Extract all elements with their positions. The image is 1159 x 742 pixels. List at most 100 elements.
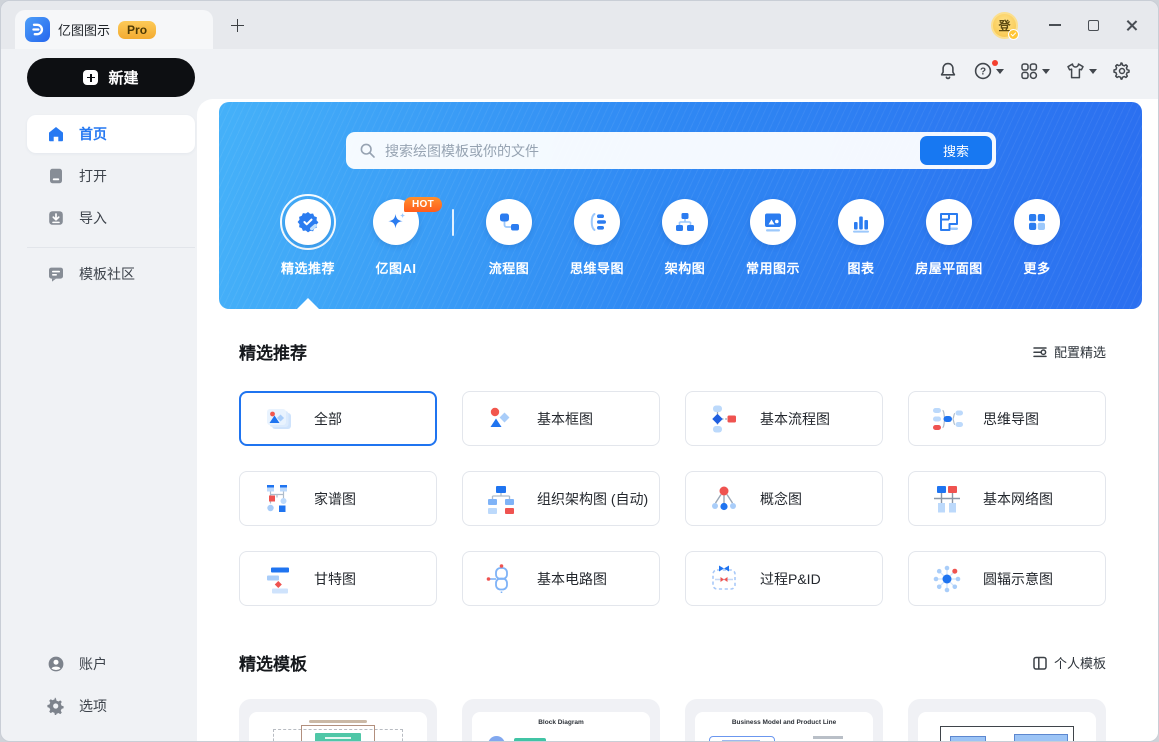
sidebar-item-open[interactable]: 打开 [27, 157, 195, 195]
app-tab[interactable]: 亿图图示 Pro [15, 10, 213, 49]
sidebar-divider [27, 247, 195, 248]
category-edraw-ai[interactable]: HOT 亿图AI [352, 194, 443, 277]
configure-featured-button[interactable]: 配置精选 [1032, 342, 1106, 361]
bell-icon [940, 62, 956, 80]
mindmap-card-icon [930, 402, 964, 436]
basic-circuit-icon [484, 562, 518, 596]
featured-badge-icon [297, 212, 319, 233]
category-divider [440, 194, 465, 236]
more-grid-icon [1029, 214, 1045, 230]
category-featured[interactable]: 精选推荐 [264, 194, 352, 277]
hot-badge: HOT [404, 197, 443, 212]
template-thumb-4[interactable] [908, 699, 1106, 741]
help-button[interactable]: ? [973, 60, 1004, 81]
family-tree-icon [261, 482, 295, 516]
picture-icon [765, 213, 781, 232]
options-gear-icon [47, 697, 65, 715]
search-input[interactable] [385, 142, 996, 159]
pro-badge: Pro [118, 20, 157, 39]
templates-section-title: 精选模板 [239, 655, 307, 674]
notification-dot [992, 60, 998, 66]
panel-icon [1033, 656, 1047, 670]
category-flowchart[interactable]: 流程图 [465, 194, 553, 277]
community-icon [47, 265, 65, 283]
apps-button[interactable] [1019, 61, 1050, 81]
settings-button[interactable] [1112, 61, 1132, 81]
all-templates-icon [261, 402, 295, 436]
search-button[interactable]: 搜索 [920, 136, 992, 165]
card-all[interactable]: 全部 [239, 391, 437, 446]
category-architecture[interactable]: 架构图 [641, 194, 729, 277]
card-family-tree[interactable]: 家谱图 [239, 471, 437, 526]
card-basic-block[interactable]: 基本框图 [462, 391, 660, 446]
maximize-button[interactable] [1078, 10, 1108, 40]
banner-categories: 精选推荐 HOT 亿图AI 流程图 思维导图 架构图 常用图示 图表 房屋平面图… [264, 194, 1081, 277]
template-thumb-3[interactable]: Business Model and Product Line [685, 699, 883, 741]
floor-plan-icon [940, 213, 958, 231]
thumb3-title: Business Model and Product Line [731, 719, 837, 726]
minimize-icon [1049, 24, 1061, 26]
theme-button[interactable] [1065, 61, 1097, 81]
card-basic-network[interactable]: 基本网络图 [908, 471, 1106, 526]
gantt-icon [261, 562, 295, 596]
sidebar-item-options[interactable]: 选项 [27, 687, 195, 725]
help-icon: ? [974, 62, 992, 80]
concept-map-icon [707, 482, 741, 516]
card-concept-map[interactable]: 概念图 [685, 471, 883, 526]
card-radial-diagram[interactable]: 圆辐示意图 [908, 551, 1106, 606]
org-chart-auto-icon [484, 482, 518, 516]
template-thumb-1[interactable] [239, 699, 437, 741]
new-document-button[interactable]: 新建 [27, 58, 195, 97]
chevron-down-icon [996, 68, 1004, 74]
selected-category-pointer [297, 298, 319, 309]
document-icon [47, 167, 65, 185]
sidebar-item-account[interactable]: 账户 [27, 645, 195, 683]
tab-title: 亿图图示 [58, 23, 111, 38]
category-floor-plan[interactable]: 房屋平面图 [905, 194, 993, 277]
configure-icon [1033, 346, 1047, 357]
card-basic-flowchart[interactable]: 基本流程图 [685, 391, 883, 446]
basic-network-icon [930, 482, 964, 516]
mindmap-icon [590, 213, 606, 231]
category-mindmap[interactable]: 思维导图 [553, 194, 641, 277]
import-icon [47, 209, 65, 227]
close-icon [1125, 19, 1138, 32]
chevron-down-icon [1089, 68, 1097, 74]
personal-templates-button[interactable]: 个人模板 [1032, 653, 1106, 672]
new-tab-button[interactable] [225, 13, 249, 37]
featured-cards-grid: 全部 基本框图 基本流程图 思维导图 家谱图 组织架构图 (自动) 概念图 基本… [239, 391, 1106, 606]
featured-section-title: 精选推荐 [239, 344, 307, 363]
card-process-pid[interactable]: 过程P&ID [685, 551, 883, 606]
template-thumbnails: Block Diagram Business Model and Product… [239, 699, 1106, 741]
tshirt-icon [1067, 63, 1084, 79]
basic-flowchart-icon [707, 402, 741, 436]
category-charts[interactable]: 图表 [817, 194, 905, 277]
chevron-down-icon [1042, 68, 1050, 74]
maximize-icon [1087, 19, 1099, 31]
search-icon [360, 143, 375, 158]
avatar[interactable]: 登 [991, 11, 1019, 40]
org-tree-icon [676, 213, 694, 231]
template-thumb-2[interactable]: Block Diagram [462, 699, 660, 741]
category-more[interactable]: 更多 [993, 194, 1081, 277]
hero-banner: 搜索 精选推荐 HOT 亿图AI [219, 102, 1142, 309]
apps-grid-icon [1021, 63, 1038, 80]
minimize-button[interactable] [1040, 10, 1070, 40]
basic-block-icon [484, 402, 518, 436]
radial-diagram-icon [930, 562, 964, 596]
card-mindmap[interactable]: 思维导图 [908, 391, 1106, 446]
notifications-button[interactable] [938, 61, 958, 81]
category-common-diagrams[interactable]: 常用图示 [729, 194, 817, 277]
sidebar-item-home[interactable]: 首页 [27, 115, 195, 153]
search-bar: 搜索 [346, 132, 996, 169]
bar-chart-icon [853, 216, 869, 233]
home-icon [47, 125, 65, 143]
card-gantt[interactable]: 甘特图 [239, 551, 437, 606]
process-pid-icon [707, 562, 741, 596]
sidebar-item-import[interactable]: 导入 [27, 199, 195, 237]
sidebar-item-template-community[interactable]: 模板社区 [27, 255, 195, 293]
card-org-chart-auto[interactable]: 组织架构图 (自动) [462, 471, 660, 526]
gear-icon [1113, 62, 1130, 80]
card-basic-circuit[interactable]: 基本电路图 [462, 551, 660, 606]
close-button[interactable] [1116, 10, 1146, 40]
